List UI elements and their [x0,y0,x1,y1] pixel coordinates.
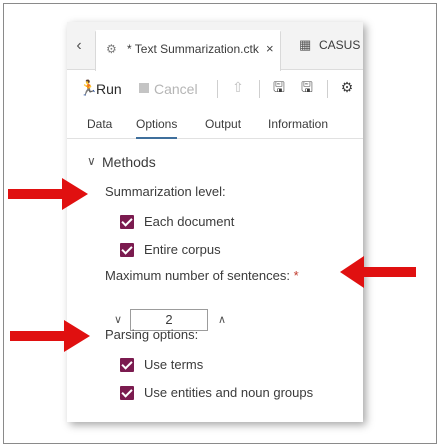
toolbar-divider [259,80,260,98]
tab-text-summarization[interactable]: ⚙ * Text Summarization.ctk × [95,30,281,71]
save-icon[interactable]: 🖫 [270,78,288,96]
tab-output[interactable]: Output [205,117,241,131]
tab-label: CASUS [319,38,361,52]
checkbox-label: Entire corpus [144,242,221,257]
gear-doc-icon: ⚙ [106,42,117,56]
options-panel: ∨ Methods Summarization level: Each docu… [67,140,363,422]
toolbar-divider [327,80,328,98]
checkbox-checked-icon [120,358,134,372]
tab-information[interactable]: Information [268,117,328,131]
save-as-icon[interactable]: 🖫 [298,78,316,96]
upload-icon[interactable]: ⇧ [229,78,247,96]
stop-icon [139,83,149,93]
settings-icon[interactable]: ⚙ [338,78,356,96]
checkbox-checked-icon [120,386,134,400]
tab-options[interactable]: Options [136,117,178,139]
tab-label: * Text Summarization.ctk [127,42,259,56]
max-sentences-text: Maximum number of sentences: [105,268,290,283]
section-title: Methods [102,154,156,170]
cancel-label: Cancel [154,81,198,97]
app-window: ‹ ⚙ * Text Summarization.ctk × ▦ CASUS 🏃… [67,22,363,422]
tab-data[interactable]: Data [87,117,112,131]
annotation-arrow-right [8,178,88,210]
parsing-options-label: Parsing options: [105,327,199,342]
running-person-icon: 🏃 [79,80,98,97]
summarization-level-label: Summarization level: [105,184,226,199]
max-sentences-label: Maximum number of sentences: * [105,268,299,283]
checkbox-checked-icon [120,215,134,229]
annotation-arrow-right [10,320,90,352]
close-icon[interactable]: × [266,41,274,56]
chevron-down-icon: ∨ [87,154,96,168]
increment-chevron-icon[interactable]: ∧ [215,309,229,331]
toolbar: 🏃 Run Cancel ⇧ 🖫 🖫 ⚙ [67,71,363,105]
checkbox-label: Use terms [144,357,204,372]
checkbox-checked-icon [120,243,134,257]
sub-tabs: Data Options Output Information [67,113,363,139]
table-doc-icon: ▦ [299,37,312,52]
checkbox-label: Use entities and noun groups [144,385,314,400]
checkbox-label: Each document [144,214,235,229]
annotation-arrow-left [340,256,416,288]
tab-bar: ‹ ⚙ * Text Summarization.ctk × ▦ CASUS [67,22,363,71]
toolbar-divider [217,80,218,98]
run-label: Run [96,81,122,97]
required-mark: * [293,268,299,283]
tab-scroll-left-icon[interactable]: ‹ [71,37,87,55]
